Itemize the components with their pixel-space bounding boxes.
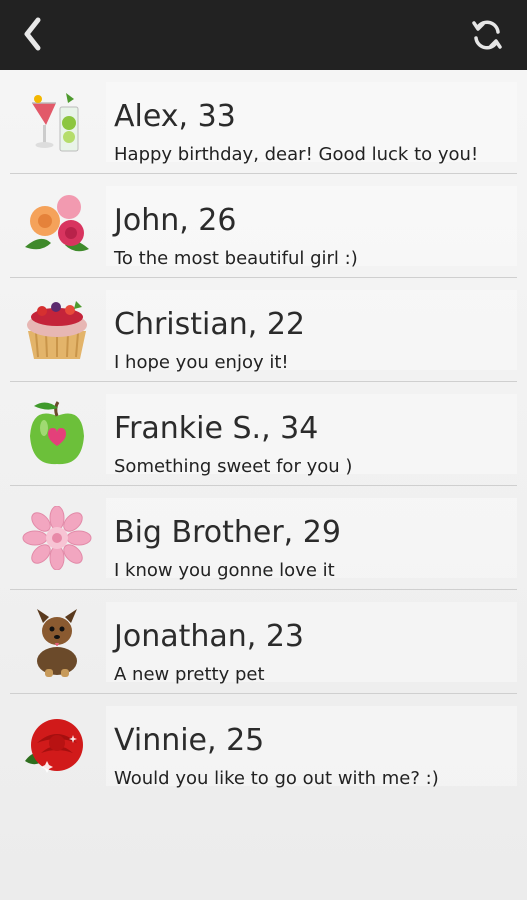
sender-name: Frankie S., 34 bbox=[114, 411, 319, 446]
chevron-left-icon bbox=[24, 17, 41, 51]
apple-heart-icon bbox=[14, 394, 100, 474]
message-text: I hope you enjoy it! bbox=[114, 352, 289, 373]
message-text: Would you like to go out with me? :) bbox=[114, 768, 439, 789]
top-bar bbox=[0, 0, 527, 70]
back-button[interactable] bbox=[14, 14, 50, 54]
sender-name: Alex, 33 bbox=[114, 99, 236, 134]
list-item[interactable]: Alex, 33 Happy birthday, dear! Good luck… bbox=[10, 70, 517, 174]
refresh-button[interactable] bbox=[467, 14, 507, 56]
message-text: I know you gonne love it bbox=[114, 560, 335, 581]
list-item[interactable]: Big Brother, 29 I know you gonne love it bbox=[10, 486, 517, 590]
message-text: A new pretty pet bbox=[114, 664, 265, 685]
message-list: Alex, 33 Happy birthday, dear! Good luck… bbox=[0, 70, 527, 797]
sender-name: Christian, 22 bbox=[114, 307, 306, 342]
roses-bouquet-icon bbox=[14, 186, 100, 266]
cocktail-icon bbox=[14, 82, 100, 162]
pink-flower-icon bbox=[14, 498, 100, 578]
puppy-icon bbox=[14, 602, 100, 682]
message-text: Happy birthday, dear! Good luck to you! bbox=[114, 144, 479, 165]
red-rose-icon bbox=[14, 706, 100, 786]
message-text: Something sweet for you ) bbox=[114, 456, 353, 477]
message-text: To the most beautiful girl :) bbox=[114, 248, 358, 269]
cupcake-icon bbox=[14, 290, 100, 370]
list-item[interactable]: Jonathan, 23 A new pretty pet bbox=[10, 590, 517, 694]
sender-name: John, 26 bbox=[114, 203, 237, 238]
refresh-icon bbox=[472, 20, 502, 50]
list-item[interactable]: Frankie S., 34 Something sweet for you ) bbox=[10, 382, 517, 486]
sender-name: Vinnie, 25 bbox=[114, 723, 265, 758]
list-item[interactable]: Vinnie, 25 Would you like to go out with… bbox=[10, 694, 517, 797]
list-item[interactable]: Christian, 22 I hope you enjoy it! bbox=[10, 278, 517, 382]
list-item[interactable]: John, 26 To the most beautiful girl :) bbox=[10, 174, 517, 278]
sender-name: Jonathan, 23 bbox=[114, 619, 305, 654]
sender-name: Big Brother, 29 bbox=[114, 515, 341, 550]
